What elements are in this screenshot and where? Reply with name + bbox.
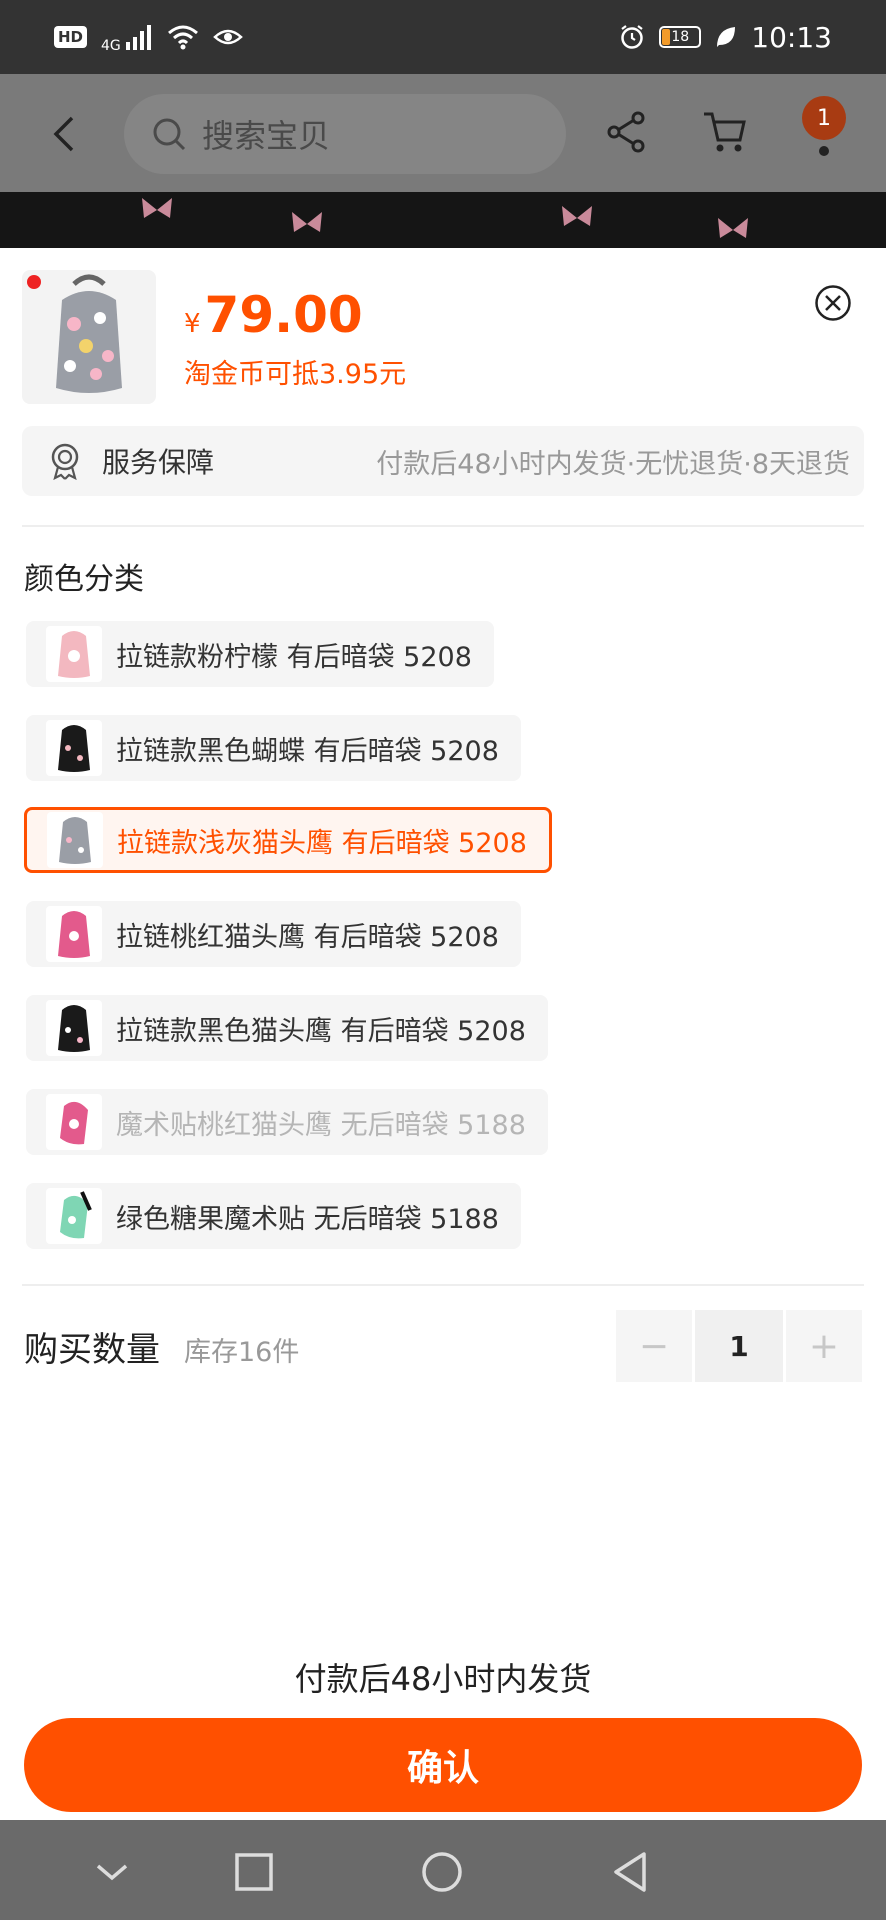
color-option-selected[interactable]: 拉链款浅灰猫头鹰 有后暗袋 5208 bbox=[24, 807, 552, 873]
close-icon[interactable] bbox=[814, 284, 852, 322]
status-left: HD 4G bbox=[54, 20, 243, 54]
butterfly-pattern-icon bbox=[142, 198, 172, 218]
price-value: 79.00 bbox=[204, 286, 363, 344]
option-thumbnail bbox=[46, 720, 102, 776]
option-thumbnail bbox=[46, 1094, 102, 1150]
option-thumbnail bbox=[46, 626, 102, 682]
more-dot-icon bbox=[819, 146, 829, 156]
medal-icon bbox=[51, 443, 79, 480]
butterfly-pattern-icon bbox=[292, 212, 322, 232]
backpack-image bbox=[27, 274, 122, 393]
color-option-disabled[interactable]: 魔术贴桃红猫头鹰 无后暗袋 5188 bbox=[26, 1089, 548, 1155]
search-bar[interactable]: 搜索宝贝 bbox=[124, 94, 566, 174]
wifi-icon bbox=[167, 25, 198, 50]
color-option[interactable]: 拉链款粉柠檬 有后暗袋 5208 bbox=[26, 621, 494, 687]
search-placeholder: 搜索宝贝 bbox=[202, 117, 331, 155]
chevron-down-icon[interactable] bbox=[90, 1850, 134, 1894]
color-section-title: 颜色分类 bbox=[24, 562, 144, 597]
hd-indicator: HD bbox=[54, 26, 88, 48]
quantity-value[interactable]: 1 bbox=[695, 1310, 783, 1382]
cart-icon[interactable] bbox=[702, 110, 748, 154]
service-label: 服务保障 bbox=[102, 446, 215, 479]
price: ¥ 79.00 bbox=[184, 286, 363, 344]
battery-level: 18 bbox=[671, 29, 690, 45]
option-label: 拉链款粉柠檬 有后暗袋 5208 bbox=[116, 641, 472, 673]
quantity-label: 购买数量 bbox=[24, 1330, 160, 1370]
option-label: 拉链桃红猫头鹰 有后暗袋 5208 bbox=[116, 921, 499, 953]
product-photo-dimmed bbox=[0, 192, 886, 248]
coin-discount-note: 淘金币可抵3.95元 bbox=[184, 359, 407, 390]
signal-icon bbox=[125, 25, 151, 50]
decrease-button[interactable]: − bbox=[616, 1310, 692, 1382]
option-label: 拉链款黑色蝴蝶 有后暗袋 5208 bbox=[116, 735, 499, 767]
status-bar: HD 4G 18 10:13 bbox=[0, 0, 886, 74]
color-option[interactable]: 拉链款黑色蝴蝶 有后暗袋 5208 bbox=[26, 715, 521, 781]
divider bbox=[22, 525, 864, 527]
clock: 10:13 bbox=[751, 20, 832, 54]
system-nav-bar bbox=[0, 1820, 886, 1920]
option-label: 绿色糖果魔术贴 无后暗袋 5188 bbox=[116, 1203, 499, 1235]
product-thumbnail bbox=[22, 270, 156, 404]
color-option[interactable]: 绿色糖果魔术贴 无后暗袋 5188 bbox=[26, 1183, 521, 1249]
search-icon bbox=[153, 118, 186, 151]
back-arrow-icon[interactable] bbox=[46, 112, 80, 156]
butterfly-pattern-icon bbox=[562, 206, 592, 226]
sku-selector-sheet: ¥ 79.00 淘金币可抵3.95元 服务保障 付款后48小时内发货·无忧退货·… bbox=[0, 248, 886, 1820]
confirm-button[interactable]: 确认 bbox=[24, 1718, 862, 1812]
battery-icon: 18 bbox=[659, 26, 702, 48]
leaf-icon bbox=[717, 27, 736, 47]
service-guarantee-bar[interactable]: 服务保障 付款后48小时内发货·无忧退货·8天退货 bbox=[22, 426, 864, 496]
option-thumbnail bbox=[46, 1188, 102, 1244]
color-option[interactable]: 拉链款黑色猫头鹰 有后暗袋 5208 bbox=[26, 995, 548, 1061]
alarm-icon bbox=[621, 25, 644, 49]
share-icon[interactable] bbox=[604, 110, 648, 154]
more-menu-button[interactable]: 1 bbox=[802, 96, 850, 160]
increase-button[interactable]: + bbox=[786, 1310, 862, 1382]
back-triangle-icon[interactable] bbox=[608, 1850, 652, 1894]
color-option[interactable]: 拉链桃红猫头鹰 有后暗袋 5208 bbox=[26, 901, 521, 967]
butterfly-pattern-icon bbox=[718, 218, 748, 238]
quantity-stepper: − 1 + bbox=[616, 1310, 864, 1382]
divider bbox=[22, 1284, 864, 1286]
option-thumbnail bbox=[47, 812, 103, 868]
option-thumbnail bbox=[46, 1000, 102, 1056]
option-label: 魔术贴桃红猫头鹰 无后暗袋 5188 bbox=[116, 1109, 526, 1141]
option-label: 拉链款浅灰猫头鹰 有后暗袋 5208 bbox=[117, 827, 527, 859]
status-right: 18 10:13 bbox=[619, 21, 832, 54]
recent-apps-icon[interactable] bbox=[232, 1850, 276, 1894]
network-label: 4G bbox=[101, 38, 121, 54]
stock-label: 库存16件 bbox=[184, 1337, 300, 1368]
option-thumbnail bbox=[46, 906, 102, 962]
option-label: 拉链款黑色猫头鹰 有后暗袋 5208 bbox=[116, 1015, 526, 1047]
service-detail: 付款后48小时内发货·无忧退货·8天退货 bbox=[376, 448, 850, 480]
shipping-note: 付款后48小时内发货 bbox=[294, 1660, 592, 1698]
home-icon[interactable] bbox=[420, 1850, 464, 1894]
price-currency: ¥ bbox=[184, 309, 201, 339]
cart-badge: 1 bbox=[802, 96, 846, 140]
eye-comfort-icon bbox=[212, 29, 243, 45]
